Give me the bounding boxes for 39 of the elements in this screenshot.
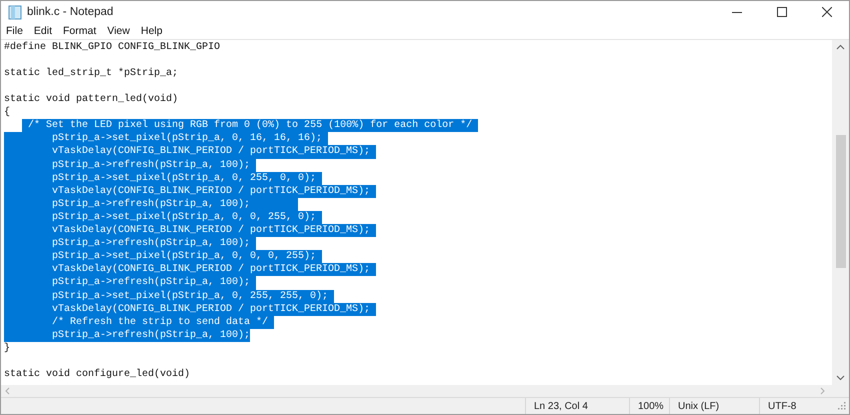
code-text: #define BLINK_GPIO CONFIG_BLINK_GPIO xyxy=(4,40,220,54)
notepad-icon xyxy=(8,4,22,20)
menu-item[interactable]: Format xyxy=(62,25,98,38)
code-text: pStrip_a->refresh(pStrip_a, 100); xyxy=(4,237,256,250)
menu-item[interactable]: View xyxy=(106,25,131,38)
status-text: Unix (LF) xyxy=(669,398,759,414)
menu-item[interactable]: Help xyxy=(140,25,164,38)
code-text: static led_strip_t *pStrip_a; xyxy=(4,66,178,80)
maximize-icon xyxy=(776,7,786,18)
code-text: vTaskDelay(CONFIG_BLINK_PERIOD / portTICK_PERIOD_MS); xyxy=(4,302,376,316)
code-text: vTaskDelay(CONFIG_BLINK_PERIOD / portTICK_PERIOD_MS); xyxy=(4,184,376,198)
code-text: pStrip_a->refresh(pStrip_a, 100); xyxy=(4,198,298,211)
code-text: pStrip_a->refresh(pStrip_a, 100); xyxy=(4,276,256,290)
code-text: { xyxy=(4,106,10,120)
status-text: 100% xyxy=(629,398,669,414)
code-text: pStrip_a->set_pixel(pStrip_a, 0, 16, 16, 16); xyxy=(4,132,328,146)
code-text: vTaskDelay(CONFIG_BLINK_PERIOD / portTICK_PERIOD_MS); xyxy=(4,224,376,238)
code-text: pStrip_a->set_pixel(pStrip_a, 0, 255, 0, 0); xyxy=(4,172,322,185)
code-text: pStrip_a->set_pixel(pStrip_a, 0, 0, 255, 0); xyxy=(4,210,322,224)
scroll-thumb[interactable] xyxy=(836,134,846,268)
window-title: blink.c - Notepad xyxy=(27,6,114,18)
code-text: /* Refresh the strip to send data */ xyxy=(4,316,274,329)
code-text: static void pattern_led(void) xyxy=(4,93,178,106)
vertical-scrollbar[interactable] xyxy=(832,40,849,386)
status-text: UTF-8 xyxy=(759,398,837,414)
resize-grip-icon[interactable] xyxy=(837,401,847,412)
close-icon xyxy=(822,7,832,18)
code-text: vTaskDelay(CONFIG_BLINK_PERIOD / portTICK_PERIOD_MS); xyxy=(4,145,376,159)
menu-item[interactable]: File xyxy=(5,25,24,38)
code-text: static void configure_led(void) xyxy=(4,368,190,382)
code-text: } xyxy=(4,342,10,355)
menu-item[interactable]: Edit xyxy=(32,25,54,38)
code-text: pStrip_a->refresh(pStrip_a, 100); xyxy=(4,328,250,342)
code-text: pStrip_a->refresh(pStrip_a, 100); xyxy=(4,158,256,172)
code-text: vTaskDelay(CONFIG_BLINK_PERIOD / portTICK_PERIOD_MS); xyxy=(4,263,376,276)
code-text: pStrip_a->set_pixel(pStrip_a, 0, 255, 255, 0); xyxy=(4,290,334,303)
code-text: /* Set the LED pixel using RGB from 0 (0%) to 255 (100%) for each color */ xyxy=(22,119,478,132)
code-text: pStrip_a->set_pixel(pStrip_a, 0, 0, 0, 255); xyxy=(4,250,322,264)
status-text: Ln 23, Col 4 xyxy=(525,398,629,414)
